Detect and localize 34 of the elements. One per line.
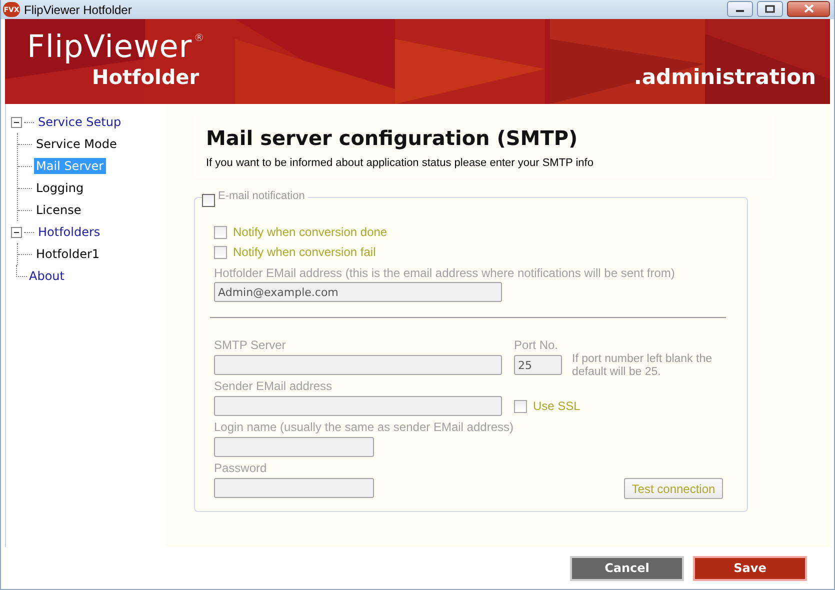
maximize-button[interactable] <box>757 0 783 16</box>
field-label: Sender EMail address <box>214 379 332 394</box>
field-label: Port No. <box>514 338 558 353</box>
collapse-toggle[interactable] <box>11 116 22 128</box>
checkbox-label: Notify when conversion done <box>233 225 388 239</box>
cancel-button[interactable]: Cancel <box>570 556 684 580</box>
collapse-toggle[interactable] <box>11 226 22 238</box>
page-description: If you want to be informed about application status please enter your SMTP info <box>206 157 594 169</box>
maximize-icon[interactable] <box>765 4 775 12</box>
tree-item[interactable]: Hotfolder1 <box>34 246 102 262</box>
window-title: FlipViewer Hotfolder <box>24 2 133 16</box>
field-label: Login name (usually the same as sender EMail address) <box>214 420 514 435</box>
close-icon[interactable] <box>804 4 814 13</box>
tree-item[interactable]: About <box>27 268 66 284</box>
product-name: Hotfolder <box>92 65 200 89</box>
tree-item[interactable]: License <box>34 202 84 218</box>
group-legend: E-mail notification <box>218 190 305 207</box>
minimize-button[interactable] <box>727 0 753 16</box>
checkbox-label: Use SSL <box>533 399 580 413</box>
save-button[interactable]: Save <box>693 556 807 580</box>
page-heading: Mail server configuration (SMTP) <box>206 126 579 150</box>
close-button[interactable] <box>787 0 830 16</box>
tree-item[interactable]: Hotfolders <box>36 224 102 240</box>
field-note: If port number left blank the default will be 25. <box>572 353 713 379</box>
checkbox-label: Notify when conversion fail <box>233 245 376 259</box>
tree-item[interactable]: Service Setup <box>36 114 124 130</box>
registered-mark: ® <box>194 33 205 44</box>
field-label: Hotfolder EMail address (this is the email address where notifications will be sent from) <box>214 266 675 281</box>
tree-item[interactable]: Logging <box>34 180 86 196</box>
brand-logo-text: FlipViewer <box>27 29 192 65</box>
section-title: .administration <box>634 65 816 89</box>
tree-item[interactable]: Service Mode <box>34 136 119 152</box>
field-label: Password <box>214 461 267 476</box>
field-label: SMTP Server <box>214 338 286 353</box>
